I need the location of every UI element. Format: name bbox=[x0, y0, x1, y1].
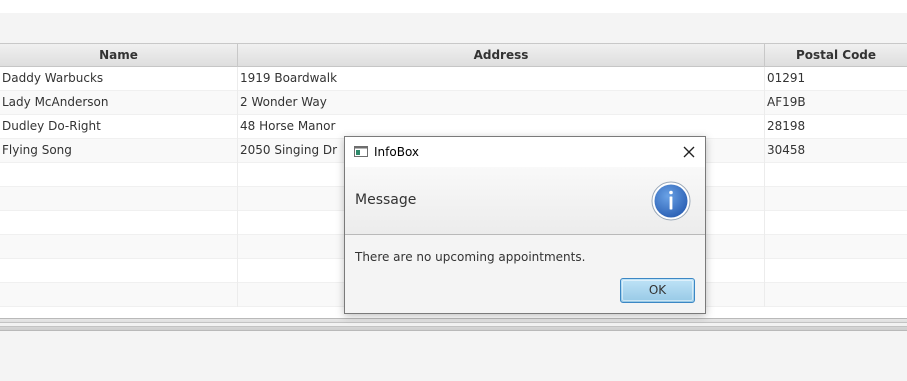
cell-name: Daddy Warbucks bbox=[0, 67, 238, 91]
application-window: Name Address Postal Code Daddy Warbucks 1… bbox=[0, 0, 907, 381]
dialog-title-bar[interactable]: InfoBox bbox=[345, 137, 705, 167]
cell-postal-code: 01291 bbox=[767, 71, 806, 85]
cell-postal-code bbox=[765, 259, 907, 283]
cell-postal-code: 30458 bbox=[767, 143, 806, 157]
scrollbar-thumb[interactable] bbox=[0, 322, 907, 327]
table-row[interactable]: Lady McAnderson 2 Wonder Way AF19B bbox=[0, 91, 907, 115]
table-row[interactable]: Daddy Warbucks 1919 Boardwalk 01291 bbox=[0, 67, 907, 91]
cell-name bbox=[0, 187, 238, 211]
cell-name: Lady McAnderson bbox=[0, 91, 238, 115]
infobox-dialog: InfoBox Message There are no upcoming ap… bbox=[344, 136, 706, 314]
cell-postal-code bbox=[765, 235, 907, 259]
cell-name bbox=[0, 259, 238, 283]
toolbar-area bbox=[0, 13, 907, 43]
column-header-postal-code[interactable]: Postal Code bbox=[765, 44, 907, 67]
column-header-name[interactable]: Name bbox=[0, 44, 238, 67]
cell-name: Dudley Do-Right bbox=[0, 115, 238, 139]
cell-name bbox=[0, 211, 238, 235]
ok-button-label: OK bbox=[648, 283, 667, 297]
cell-postal-code bbox=[765, 163, 907, 187]
close-icon[interactable] bbox=[681, 144, 697, 160]
dialog-header: Message bbox=[345, 167, 705, 235]
cell-postal-code bbox=[765, 283, 907, 307]
column-header-address[interactable]: Address bbox=[238, 44, 765, 67]
cell-postal-code: AF19B bbox=[767, 95, 806, 109]
cell-postal-code: 28198 bbox=[767, 119, 806, 133]
ok-button[interactable]: OK bbox=[620, 278, 695, 303]
cell-postal-code bbox=[765, 187, 907, 211]
cell-address: 1919 Boardwalk bbox=[238, 67, 765, 91]
information-icon bbox=[651, 181, 691, 221]
cell-name bbox=[0, 163, 238, 187]
cell-name bbox=[0, 235, 238, 259]
table-header: Name Address Postal Code bbox=[0, 43, 907, 67]
dialog-message: There are no upcoming appointments. bbox=[355, 250, 586, 264]
bottom-panel bbox=[0, 331, 907, 381]
horizontal-scrollbar[interactable] bbox=[0, 318, 907, 331]
cell-postal-code bbox=[765, 211, 907, 235]
dialog-header-text: Message bbox=[355, 192, 417, 208]
cell-name bbox=[0, 283, 238, 307]
cell-address: 2 Wonder Way bbox=[238, 91, 765, 115]
window-app-icon bbox=[354, 146, 368, 157]
cell-name: Flying Song bbox=[0, 139, 238, 163]
dialog-title: InfoBox bbox=[374, 145, 420, 159]
